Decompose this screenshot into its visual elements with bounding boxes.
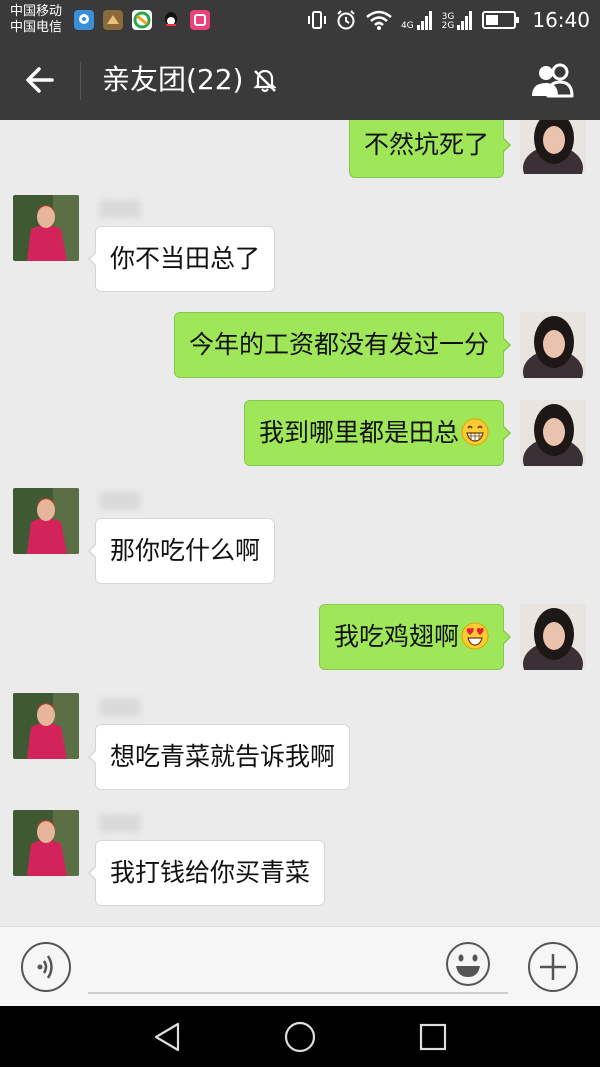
mute-bell-icon [253, 69, 277, 93]
plus-icon[interactable] [527, 941, 579, 993]
my-avatar[interactable] [520, 400, 586, 466]
message-list[interactable]: 不然坑死了 你不当田总了 今年的工资都没有发过一分 我到哪里都是田总 那你吃什么… [0, 120, 600, 926]
back-arrow-icon[interactable] [20, 60, 60, 100]
status-indicators: 4G 3G 2G 16:40 [307, 0, 590, 40]
location-app-icon [74, 10, 94, 30]
incoming-bubble[interactable]: 想吃青菜就告诉我啊 [87, 724, 351, 790]
network-type-1: 4G [400, 21, 414, 31]
system-nav-bar [0, 1006, 600, 1067]
signal-2: 3G 2G [442, 9, 475, 31]
incoming-bubble[interactable]: 那你吃什么啊 [87, 518, 276, 584]
outgoing-bubble[interactable]: 今年的工资都没有发过一分 [173, 312, 512, 378]
signal-1: 4G [401, 9, 434, 31]
network-type-2: 3G 2G [441, 12, 455, 31]
group-members-icon[interactable] [528, 62, 578, 98]
my-avatar[interactable] [520, 312, 586, 378]
message-input[interactable] [88, 992, 508, 994]
clock: 16:40 [532, 8, 590, 32]
incoming-bubble[interactable]: 你不当田总了 [87, 226, 276, 292]
vibrate-icon [307, 11, 326, 29]
signal-bars-icon [416, 11, 432, 30]
carrier-2: 中国电信 [10, 20, 63, 35]
outgoing-bubble[interactable]: 不然坑死了 [348, 120, 512, 178]
chat-title: 亲友团(22) [102, 63, 244, 96]
sender-avatar[interactable] [13, 810, 79, 876]
carrier-labels: 中国移动 中国电信 [10, 4, 62, 36]
wifi-icon [366, 10, 392, 30]
qq-app-icon [161, 10, 181, 30]
sender-name-blurred [100, 492, 140, 510]
sender-avatar[interactable] [13, 693, 79, 759]
outgoing-bubble[interactable]: 我到哪里都是田总 [243, 400, 512, 466]
title-bar: 亲友团(22) [0, 40, 600, 120]
nav-home-icon[interactable] [283, 1020, 317, 1054]
grin-emoji-icon [461, 418, 489, 446]
title-divider [80, 62, 81, 100]
incoming-bubble[interactable]: 我打钱给你买青菜 [87, 840, 326, 906]
sender-avatar[interactable] [13, 195, 79, 261]
sender-name-blurred [100, 814, 140, 832]
alarm-icon [337, 10, 355, 30]
game-app-icon [103, 10, 123, 30]
nav-recents-icon[interactable] [416, 1020, 450, 1054]
heart-eyes-emoji-icon [461, 622, 489, 650]
voice-icon[interactable] [20, 941, 72, 993]
carrier-1: 中国移动 [10, 4, 63, 19]
browser-app-icon [132, 10, 152, 30]
sender-name-blurred [100, 200, 140, 218]
battery-icon [482, 11, 520, 29]
nav-back-icon[interactable] [150, 1020, 184, 1054]
emoji-icon[interactable] [445, 941, 491, 987]
my-avatar[interactable] [520, 120, 586, 174]
shopping-app-icon [190, 10, 210, 30]
outgoing-bubble[interactable]: 我吃鸡翅啊 [318, 604, 512, 670]
signal-bars-icon [457, 11, 473, 30]
sender-name-blurred [100, 698, 140, 716]
status-bar: 中国移动 中国电信 4G 3G 2G 16:40 [0, 0, 600, 40]
sender-avatar[interactable] [13, 488, 79, 554]
input-bar [0, 926, 600, 1006]
my-avatar[interactable] [520, 604, 586, 670]
